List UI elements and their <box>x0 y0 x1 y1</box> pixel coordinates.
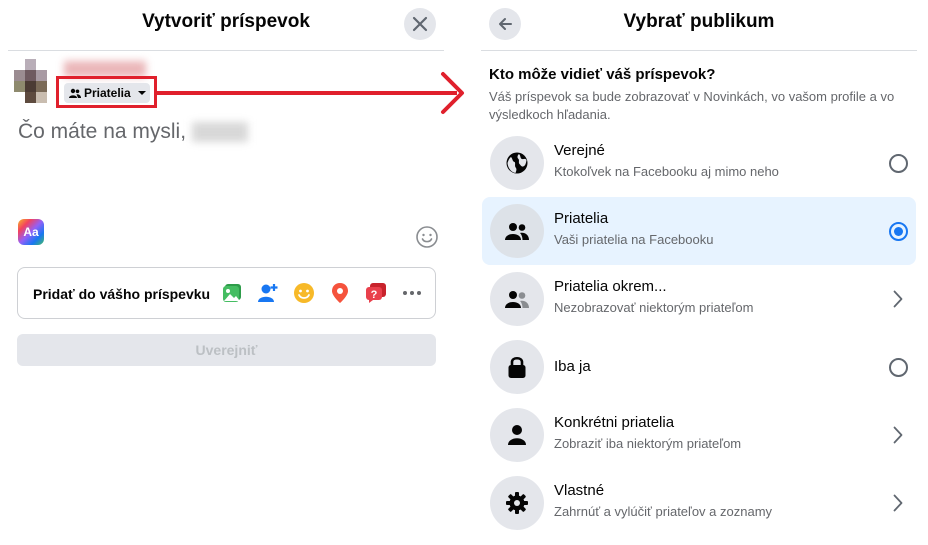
audience-option-specific-friends[interactable]: Konkrétni priatelia Zobraziť iba niektor… <box>482 401 916 469</box>
option-radio[interactable] <box>888 357 908 377</box>
create-post-title: Vytvoriť príspevok <box>142 11 310 32</box>
avatar[interactable] <box>14 59 47 103</box>
annotation-arrowhead-icon <box>441 72 464 114</box>
option-radio[interactable] <box>888 221 908 241</box>
first-name-redacted <box>192 122 248 142</box>
audience-question: Kto môže vidieť váš príspevok? <box>489 66 716 83</box>
close-icon <box>412 16 428 32</box>
header-divider <box>8 50 444 51</box>
radio-unchecked-icon <box>888 357 908 377</box>
option-icon-circle <box>490 408 544 462</box>
person-icon <box>508 425 526 445</box>
more-icon[interactable] <box>400 281 424 305</box>
option-chevron[interactable] <box>888 493 908 513</box>
check-in-icon[interactable] <box>328 281 352 305</box>
header-divider <box>481 50 917 51</box>
user-name-redacted <box>64 61 146 77</box>
lock-icon <box>508 356 526 378</box>
option-chevron[interactable] <box>888 425 908 445</box>
option-title: Verejné <box>554 142 605 159</box>
option-subtitle: Zobraziť iba niektorým priateľom <box>554 436 742 451</box>
option-subtitle: Ktokoľvek na Facebooku aj mimo neho <box>554 164 779 179</box>
option-title: Konkrétni priatelia <box>554 414 675 431</box>
chevron-right-icon <box>893 290 903 308</box>
option-title: Vlastné <box>554 482 605 499</box>
radio-unchecked-icon <box>888 153 908 173</box>
text-background-button[interactable]: Aa <box>18 219 44 245</box>
option-icon-circle <box>490 476 544 530</box>
option-subtitle: Zahrnúť a vylúčiť priateľov a zoznamy <box>554 504 773 519</box>
aa-label: Aa <box>23 225 39 239</box>
close-button[interactable] <box>404 8 436 40</box>
chevron-right-icon <box>893 494 903 512</box>
friends-except-icon <box>505 291 529 308</box>
option-icon-circle <box>490 204 544 258</box>
option-radio[interactable] <box>888 153 908 173</box>
emoji-icon[interactable] <box>415 225 439 249</box>
chevron-right-icon <box>893 426 903 444</box>
option-subtitle: Vaši priatelia na Facebooku <box>554 232 714 247</box>
option-subtitle: Nezobrazovať niektorým priateľom <box>554 300 754 315</box>
add-to-post-icons: ? <box>220 281 424 305</box>
audience-description: Váš príspevok sa bude zobrazovať v Novin… <box>489 89 895 122</box>
audience-option-only-me[interactable]: Iba ja <box>482 333 916 401</box>
audience-highlight-box <box>56 76 157 108</box>
option-chevron[interactable] <box>888 289 908 309</box>
add-to-post-label: Pridať do vášho príspevku <box>33 286 211 302</box>
audience-option-friends[interactable]: Priatelia Vaši priatelia na Facebooku <box>482 197 916 265</box>
option-title: Priatelia <box>554 210 609 227</box>
friends-icon <box>505 223 529 240</box>
audience-option-friends-except[interactable]: Priatelia okrem... Nezobrazovať niektorý… <box>482 265 916 333</box>
post-composer-prompt[interactable]: Čo máte na mysli, <box>18 120 186 144</box>
option-title: Priatelia okrem... <box>554 278 667 295</box>
photo-video-icon[interactable] <box>220 281 244 305</box>
tag-people-icon[interactable] <box>256 281 280 305</box>
audience-option-custom[interactable]: Vlastné Zahrnúť a vylúčiť priateľov a zo… <box>482 469 916 537</box>
ask-question-icon[interactable]: ? <box>364 281 388 305</box>
svg-text:?: ? <box>371 289 378 301</box>
annotation-arrow-line <box>157 91 457 95</box>
audience-option-public[interactable]: Verejné Ktokoľvek na Facebooku aj mimo n… <box>482 129 916 197</box>
option-icon-circle <box>490 272 544 326</box>
option-icon-circle <box>490 136 544 190</box>
option-icon-circle <box>490 340 544 394</box>
audience-title: Vybrať publikum <box>623 11 775 32</box>
gear-icon <box>506 492 528 514</box>
option-title: Iba ja <box>554 358 591 375</box>
radio-checked-icon <box>888 221 908 241</box>
feeling-icon[interactable] <box>292 281 316 305</box>
publish-button[interactable]: Uverejniť <box>17 334 436 366</box>
globe-icon <box>506 152 528 174</box>
